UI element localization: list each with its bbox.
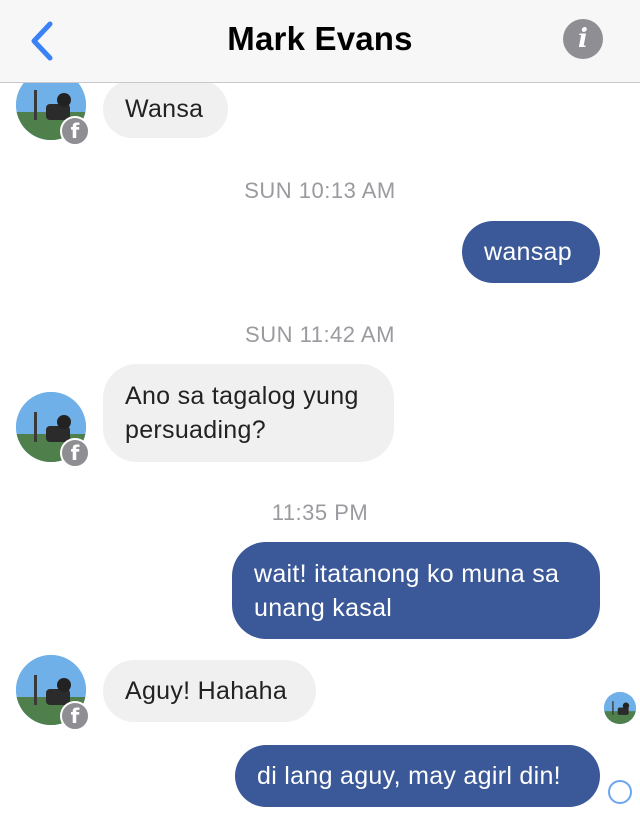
facebook-icon: f: [70, 441, 80, 465]
sent-status-icon: [608, 780, 632, 804]
contact-name[interactable]: Mark Evans: [0, 20, 640, 58]
facebook-badge: f: [60, 701, 90, 731]
info-icon: i: [578, 24, 588, 54]
facebook-icon: f: [70, 119, 80, 143]
message-bubble-outgoing[interactable]: di lang aguy, may agirl din!: [235, 745, 600, 807]
message-timestamp: SUN 11:42 AM: [245, 322, 395, 347]
message-bubble-incoming[interactable]: Aguy! Hahaha: [103, 660, 316, 722]
seen-receipt-avatar: [604, 692, 636, 724]
message-text: wait! itatanong ko muna sa unang kasal: [254, 560, 560, 622]
message-bubble-incoming[interactable]: Wansa: [103, 80, 228, 138]
message-text: Ano sa tagalog yung persuading?: [125, 382, 359, 444]
message-bubble-incoming[interactable]: Ano sa tagalog yung persuading?: [103, 364, 394, 462]
message-bubble-outgoing[interactable]: wait! itatanong ko muna sa unang kasal: [232, 542, 600, 639]
message-text: wansap: [484, 238, 572, 266]
info-button[interactable]: i: [563, 19, 603, 59]
message-timestamp: SUN 10:13 AM: [244, 178, 396, 203]
facebook-icon: f: [70, 704, 80, 728]
conversation-header: Mark Evans i: [0, 0, 640, 83]
profile-photo: [604, 692, 636, 724]
message-bubble-outgoing[interactable]: wansap: [462, 221, 600, 283]
message-text: Wansa: [125, 95, 204, 123]
message-text: di lang aguy, may agirl din!: [257, 762, 561, 790]
facebook-badge: f: [60, 116, 90, 146]
message-text: Aguy! Hahaha: [125, 677, 288, 705]
message-timestamp: 11:35 PM: [271, 500, 369, 525]
facebook-badge: f: [60, 438, 90, 468]
